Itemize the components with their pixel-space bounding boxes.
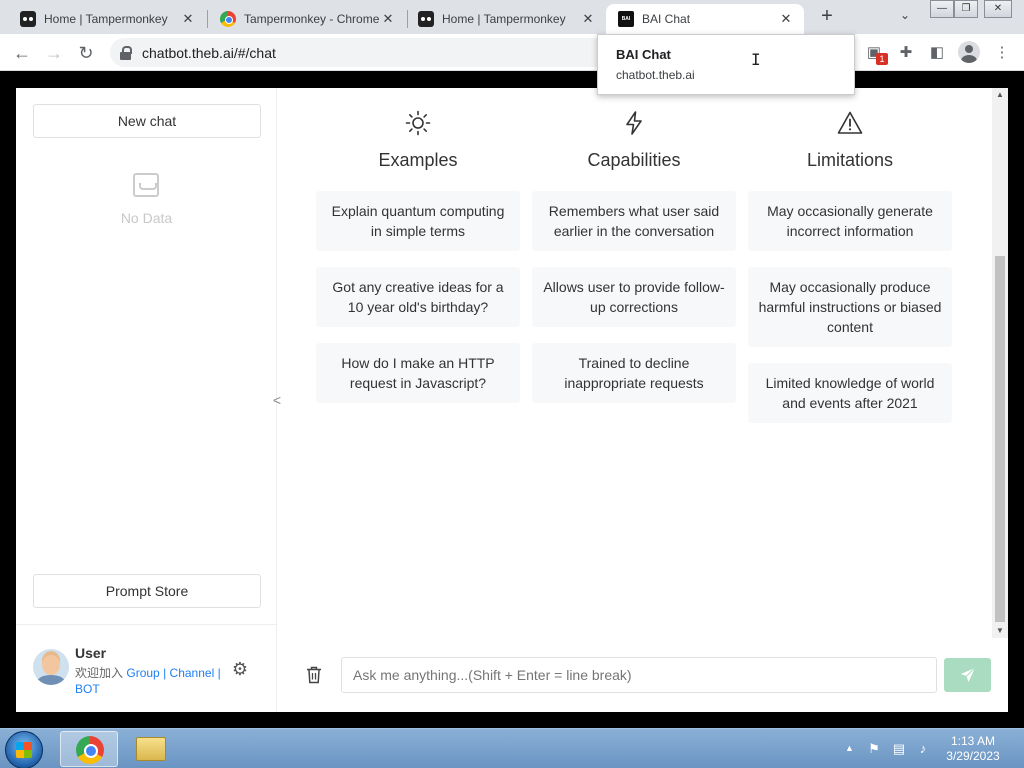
network-icon[interactable]: ▤ (891, 741, 907, 757)
profile-icon[interactable] (958, 41, 980, 63)
puzzle-icon[interactable]: ✚ (896, 43, 916, 63)
limitation-card: Limited knowledge of world and events af… (748, 363, 952, 423)
hover-card-url: chatbot.theb.ai (616, 68, 695, 82)
capability-card: Remembers what user said earlier in the … (532, 191, 736, 251)
action-center-icon[interactable]: ⚑ (866, 741, 882, 757)
lightning-icon (626, 111, 642, 135)
extension-badge: 1 (876, 53, 888, 65)
tab-title: BAI Chat (642, 12, 691, 26)
tab-title: Home | Tampermonkey (442, 12, 566, 26)
link-separator: | (163, 666, 167, 680)
join-prefix: 欢迎加入 (75, 666, 124, 680)
tab-tampermonkey-chrome[interactable]: Tampermonkey - Chrome ✕ (208, 4, 406, 34)
limitation-card: May occasionally generate incorrect info… (748, 191, 952, 251)
avatar (33, 649, 69, 685)
sun-icon (405, 110, 431, 136)
tampermonkey-icon (418, 11, 434, 27)
tab-title: Tampermonkey - Chrome (244, 12, 380, 26)
send-button[interactable] (944, 658, 991, 692)
chat-main: Examples Explain quantum computing in si… (278, 88, 992, 712)
reload-button[interactable]: ↻ (74, 41, 98, 65)
column-title: Examples (378, 150, 458, 170)
send-icon (960, 667, 975, 682)
close-icon[interactable]: ✕ (580, 11, 596, 27)
lock-icon[interactable] (120, 45, 132, 60)
scroll-down-icon[interactable]: ▼ (992, 624, 1008, 638)
channel-link[interactable]: Channel (170, 666, 215, 680)
warning-icon (837, 111, 863, 134)
no-data-text: No Data (120, 210, 173, 226)
taskbar-chrome[interactable] (60, 731, 118, 767)
close-icon[interactable]: ✕ (380, 11, 396, 27)
scrollbar[interactable]: ▲ ▼ (992, 88, 1008, 638)
link-separator: | (217, 666, 221, 680)
gear-icon[interactable]: ⚙ (230, 659, 250, 679)
column-title: Capabilities (587, 150, 681, 170)
capabilities-column: Capabilities Remembers what user said ea… (532, 110, 736, 403)
forward-button[interactable]: → (42, 41, 66, 65)
tab-home-tampermonkey-1[interactable]: Home | Tampermonkey ✕ (0, 4, 206, 34)
minimize-button[interactable]: — (930, 0, 954, 18)
tampermonkey-icon (20, 11, 36, 27)
scroll-up-icon[interactable]: ▲ (992, 88, 1008, 102)
bot-link[interactable]: BOT (75, 682, 100, 696)
capability-card: Allows user to provide follow-up correct… (532, 267, 736, 327)
example-card[interactable]: How do I make an HTTP request in Javascr… (316, 343, 520, 403)
close-icon[interactable]: ✕ (778, 11, 794, 27)
tab-title: Home | Tampermonkey (44, 12, 168, 26)
user-name: User (75, 645, 107, 661)
back-button[interactable]: ← (10, 41, 34, 65)
user-panel: User 欢迎加入 Group | Channel | BOT ⚙ (16, 624, 277, 712)
taskbar-explorer[interactable] (122, 731, 180, 767)
close-icon[interactable]: ✕ (180, 11, 196, 27)
clock[interactable]: 1:13 AM 3/29/2023 (940, 734, 1006, 764)
limitation-card: May occasionally produce harmful instruc… (748, 267, 952, 347)
chat-input[interactable] (341, 657, 937, 693)
group-link[interactable]: Group (126, 666, 159, 680)
text-cursor-icon: I (751, 50, 761, 69)
more-menu-icon[interactable]: ⋮ (992, 43, 1012, 63)
inbox-icon (133, 173, 159, 197)
side-panel-icon[interactable]: ◧ (927, 43, 947, 63)
capability-card: Trained to decline inappropriate request… (532, 343, 736, 403)
url-text[interactable]: chatbot.theb.ai/#/chat (142, 45, 276, 61)
browser-toolbar: ← → ↻ chatbot.theb.ai/#/chat ▣ ✚ ◧ ⋮ (0, 34, 1024, 71)
chevron-down-icon[interactable]: ⌄ (896, 8, 914, 26)
folder-icon (136, 737, 166, 761)
start-button[interactable] (5, 731, 43, 768)
new-tab-button[interactable]: + (816, 6, 838, 28)
chrome-webstore-icon (220, 11, 236, 27)
user-links: 欢迎加入 Group | Channel | BOT (75, 665, 225, 697)
scroll-thumb[interactable] (995, 256, 1005, 622)
tab-bai-chat[interactable]: BAI BAI Chat ✕ (606, 4, 804, 34)
sidebar: New chat No Data Prompt Store User 欢迎加入 … (16, 88, 277, 712)
restore-button[interactable]: ❐ (954, 0, 978, 18)
chat-app: New chat No Data Prompt Store User 欢迎加入 … (16, 88, 1008, 712)
bai-icon: BAI (618, 11, 634, 27)
trash-icon[interactable] (306, 666, 322, 684)
chrome-icon (76, 736, 104, 764)
new-chat-button[interactable]: New chat (33, 104, 261, 138)
close-window-button[interactable]: ✕ (984, 0, 1012, 18)
example-card[interactable]: Explain quantum computing in simple term… (316, 191, 520, 251)
tab-home-tampermonkey-2[interactable]: Home | Tampermonkey ✕ (408, 4, 606, 34)
column-title: Limitations (806, 150, 894, 170)
tray-expand-icon[interactable]: ▲ (845, 743, 854, 753)
prompt-store-button[interactable]: Prompt Store (33, 574, 261, 608)
clock-time: 1:13 AM (950, 734, 996, 748)
limitations-column: Limitations May occasionally generate in… (748, 110, 952, 423)
tab-hover-card: BAI Chat chatbot.theb.ai (597, 34, 855, 95)
tab-strip: Home | Tampermonkey ✕ Tampermonkey - Chr… (0, 0, 1024, 34)
clock-date: 3/29/2023 (946, 749, 1000, 763)
volume-icon[interactable]: ♪ (915, 741, 931, 757)
taskbar: ▲ ⚑ ▤ ♪ 1:13 AM 3/29/2023 (0, 728, 1024, 768)
example-card[interactable]: Got any creative ideas for a 10 year old… (316, 267, 520, 327)
examples-column: Examples Explain quantum computing in si… (316, 110, 520, 403)
hover-card-title: BAI Chat (616, 47, 671, 62)
